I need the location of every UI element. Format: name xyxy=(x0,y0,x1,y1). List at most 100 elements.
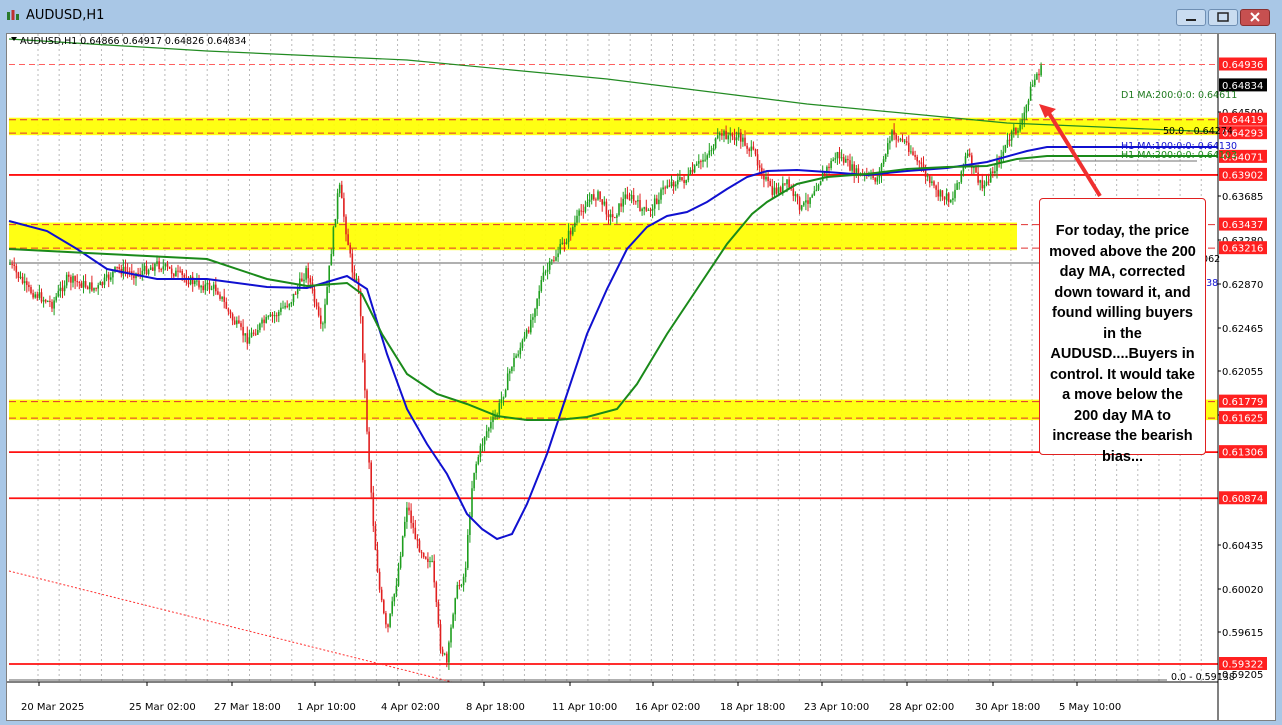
y-tick-label: 0.60435 xyxy=(1222,541,1263,552)
price-level-label: 0.60874 xyxy=(1222,494,1263,505)
candle-body xyxy=(179,270,181,272)
candle-body xyxy=(559,243,561,254)
fib-50-label: 50.0 - 0.64274 xyxy=(1163,126,1233,137)
candle-body xyxy=(456,585,459,599)
candle-body xyxy=(723,130,725,136)
x-tick-label: 25 Mar 02:00 xyxy=(129,702,196,713)
candle-body xyxy=(469,517,471,535)
candle-body xyxy=(112,271,114,278)
candle-body xyxy=(355,278,358,281)
candle-body xyxy=(427,558,429,562)
candle-body xyxy=(586,202,589,207)
candle-body xyxy=(582,211,585,213)
candle-body xyxy=(517,354,519,356)
candle-body xyxy=(395,585,398,594)
candle-body xyxy=(326,287,328,305)
candle-body xyxy=(632,195,635,202)
candle-body xyxy=(492,416,494,423)
candle-body xyxy=(803,202,805,206)
candle-body xyxy=(901,138,904,142)
candle-body xyxy=(78,281,81,283)
candle-body xyxy=(987,181,990,183)
candle-body xyxy=(462,576,465,586)
candle-body xyxy=(567,230,570,242)
candle-body xyxy=(372,492,375,527)
candle-body xyxy=(662,187,664,190)
candle-body xyxy=(584,206,587,212)
candle-body xyxy=(454,598,456,615)
candle-body xyxy=(320,315,322,324)
candle-body xyxy=(443,653,446,655)
candle-body xyxy=(992,171,994,173)
candle-body xyxy=(792,188,795,196)
candle-body xyxy=(236,320,238,325)
candle-body xyxy=(614,217,616,219)
candle-body xyxy=(221,296,223,299)
price-level-label: 0.63902 xyxy=(1222,170,1263,181)
candle-body xyxy=(13,264,15,266)
candle-body xyxy=(460,585,463,587)
minimize-button[interactable] xyxy=(1176,9,1206,26)
candle-body xyxy=(651,208,654,211)
candle-body xyxy=(105,274,108,278)
candle-body xyxy=(177,270,179,272)
candle-body xyxy=(301,278,303,282)
candle-body xyxy=(215,284,217,292)
candle-body xyxy=(905,141,908,143)
candle-body xyxy=(257,330,259,335)
candle-body xyxy=(378,571,381,590)
candle-body xyxy=(242,326,244,336)
candle-body xyxy=(261,319,263,324)
candle-body xyxy=(410,510,412,523)
candle-body xyxy=(93,287,95,291)
candle-body xyxy=(439,624,442,650)
candle-body xyxy=(362,316,364,360)
candle-body xyxy=(59,287,62,291)
candle-body xyxy=(282,307,284,309)
candle-body xyxy=(626,194,629,199)
window-title: AUDUSD,H1 xyxy=(26,8,105,23)
close-icon xyxy=(1250,12,1260,22)
candle-body xyxy=(145,265,148,275)
candle-body xyxy=(86,286,89,290)
candle-body xyxy=(425,557,427,559)
candle-body xyxy=(530,319,532,333)
candle-body xyxy=(740,133,742,142)
candle-body xyxy=(305,268,307,280)
candle-body xyxy=(716,135,719,139)
candle-body xyxy=(435,582,438,603)
candle-body xyxy=(968,153,971,156)
candle-body xyxy=(406,507,408,522)
candle-body xyxy=(941,190,944,197)
candle-body xyxy=(677,179,679,185)
candle-body xyxy=(1006,139,1009,145)
candle-body xyxy=(374,526,377,550)
candle-body xyxy=(471,488,473,518)
candle-body xyxy=(748,148,750,152)
candle-body xyxy=(721,133,723,136)
close-button[interactable] xyxy=(1240,9,1270,26)
maximize-button[interactable] xyxy=(1208,9,1238,26)
candle-body xyxy=(788,179,790,188)
candle-body xyxy=(49,300,51,302)
candle-body xyxy=(815,189,818,192)
candle-body xyxy=(509,371,511,374)
price-level-label: 0.59322 xyxy=(1222,660,1263,671)
x-tick-label: 5 May 10:00 xyxy=(1059,702,1121,713)
candle-body xyxy=(624,194,627,199)
candle-body xyxy=(649,209,652,211)
candle-body xyxy=(710,150,713,152)
candle-body xyxy=(80,282,83,288)
candle-body xyxy=(754,149,757,155)
y-tick-label: 0.63685 xyxy=(1222,192,1263,203)
candle-body xyxy=(47,300,49,302)
candle-body xyxy=(246,333,249,344)
candle-body xyxy=(208,282,211,290)
candle-body xyxy=(223,296,225,302)
candle-body xyxy=(796,194,799,198)
fib-zero-label: 0.0 - 0.59138 xyxy=(1171,672,1235,683)
candle-body xyxy=(42,299,45,302)
candle-body xyxy=(834,158,837,160)
y-tick-label: 0.60020 xyxy=(1222,585,1263,596)
y-tick-label: 0.62055 xyxy=(1222,367,1263,378)
